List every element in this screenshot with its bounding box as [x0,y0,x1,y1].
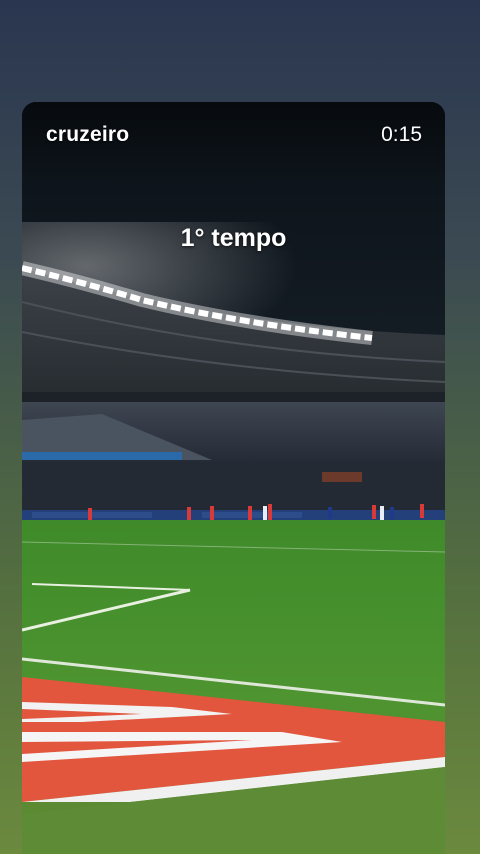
stadium-video-frame [22,102,445,854]
story-username[interactable]: cruzeiro [46,123,129,147]
story-card[interactable]: cruzeiro 0:15 1° tempo [22,102,445,854]
story-caption: 1° tempo [180,224,287,252]
story-timestamp: 0:15 [381,123,422,146]
